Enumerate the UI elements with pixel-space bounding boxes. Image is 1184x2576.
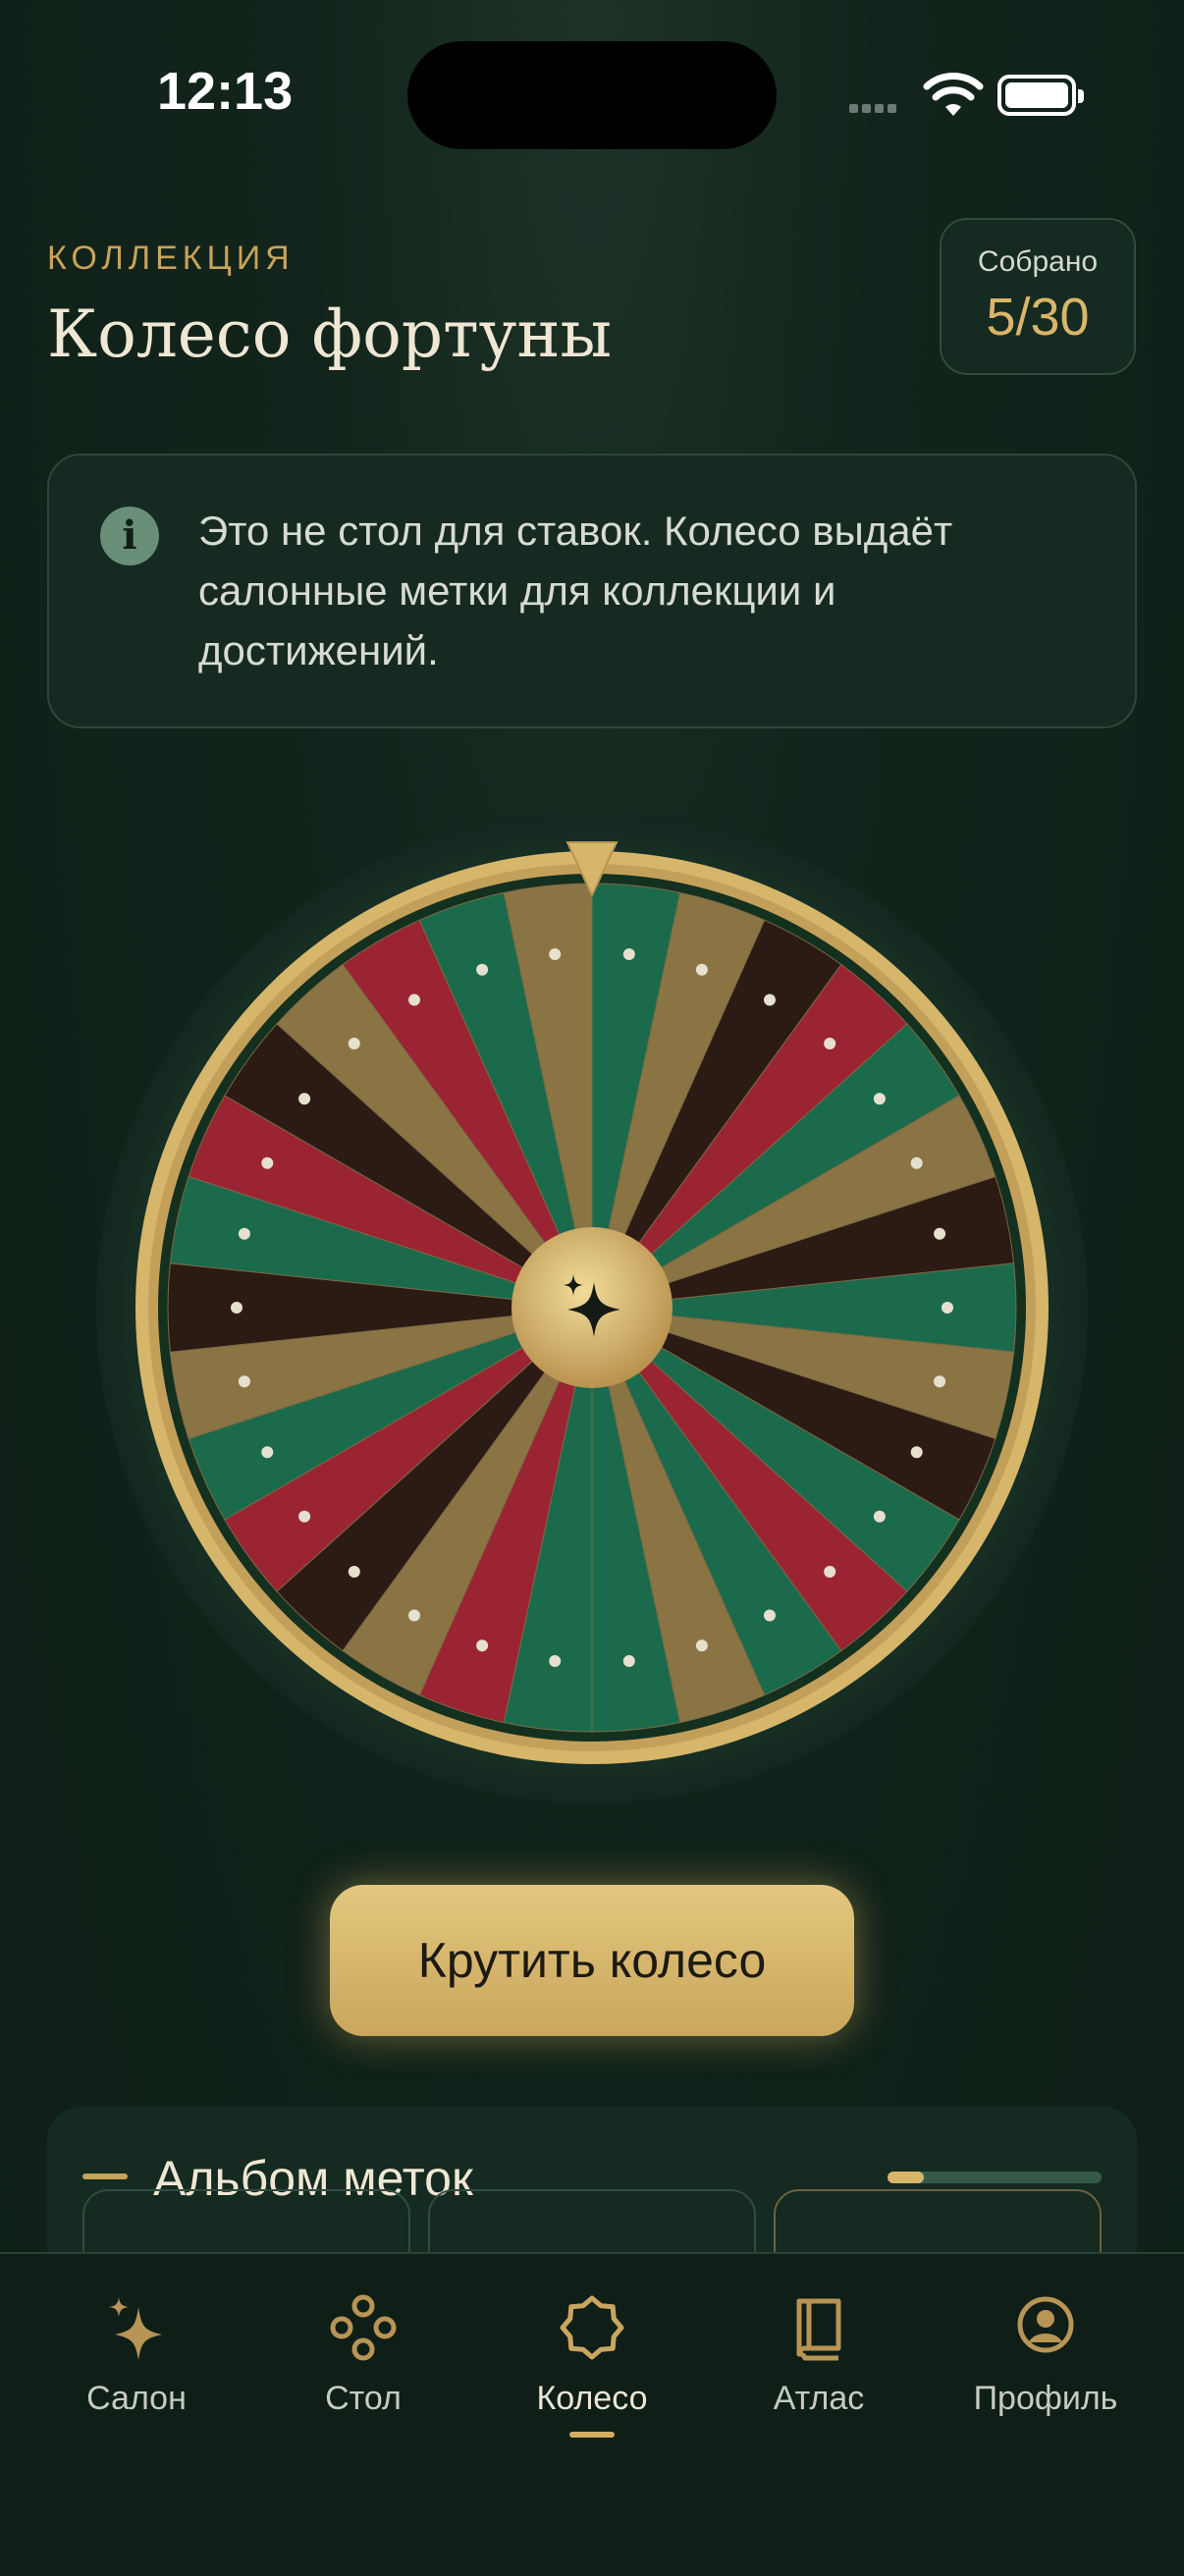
tab-salon[interactable]: Салон <box>38 2293 235 2418</box>
dynamic-island <box>407 41 777 149</box>
notice-text: Это не стол для ставок. Колесо выдаёт са… <box>198 508 953 673</box>
section-eyebrow: КОЛЛЕКЦИЯ <box>47 240 295 277</box>
tab-label: Атлас <box>773 2380 865 2417</box>
segment-marker <box>408 993 420 1006</box>
info-notice: i Это не стол для ставок. Колесо выдаёт … <box>47 454 1137 728</box>
segment-marker <box>910 1446 923 1459</box>
chips-icon <box>330 2294 397 2361</box>
segment-marker <box>348 1566 360 1578</box>
segment-marker <box>622 948 635 960</box>
tab-atlas[interactable]: Атлас <box>721 2293 917 2418</box>
segment-marker <box>873 1093 886 1105</box>
segment-marker <box>298 1093 311 1105</box>
wifi-icon <box>923 73 984 116</box>
segment-marker <box>942 1302 953 1314</box>
segment-marker <box>934 1375 946 1388</box>
segment-marker <box>764 993 776 1006</box>
segment-marker <box>261 1156 274 1169</box>
book-icon <box>796 2298 841 2361</box>
fortune-wheel[interactable] <box>0 805 1184 1806</box>
segment-marker <box>476 1639 489 1652</box>
segment-marker <box>824 1038 836 1049</box>
status-bar: 12:13 <box>0 0 1184 196</box>
segment-marker <box>764 1609 776 1622</box>
wheel-graphic[interactable] <box>0 805 1184 1806</box>
segment-marker <box>238 1227 250 1240</box>
tab-label: Профиль <box>973 2380 1118 2417</box>
segment-marker <box>910 1156 923 1169</box>
collected-counter: Собрано 5/30 <box>940 218 1136 375</box>
album-title-dash <box>82 2174 128 2179</box>
page-title: Колесо фортуны <box>47 296 612 372</box>
segment-marker <box>549 1655 562 1667</box>
tab-wheel[interactable]: Колесо <box>494 2293 690 2438</box>
segment-marker <box>873 1510 886 1523</box>
tab-label: Салон <box>86 2380 187 2417</box>
segment-marker <box>238 1375 250 1388</box>
album-progress-bar <box>888 2172 1102 2183</box>
segment-marker <box>261 1446 274 1459</box>
segment-marker <box>695 1639 708 1652</box>
profile-icon <box>1017 2296 1074 2353</box>
segment-marker <box>549 948 562 960</box>
status-time: 12:13 <box>157 62 294 121</box>
counter-value: 5/30 <box>986 288 1090 347</box>
tab-bar: Салон Стол Колесо Атлас Профиль <box>0 2252 1184 2576</box>
segment-marker <box>476 963 489 976</box>
tab-profile[interactable]: Профиль <box>947 2293 1144 2418</box>
info-icon: i <box>100 507 159 565</box>
tab-label: Колесо <box>536 2380 648 2417</box>
wheel-badge-icon <box>560 2295 624 2360</box>
segment-marker <box>824 1566 836 1578</box>
segment-marker <box>695 963 708 976</box>
counter-label: Собрано <box>977 245 1099 278</box>
sparkles-icon <box>109 2297 162 2360</box>
spin-wheel-button[interactable]: Крутить колесо <box>330 1885 854 2036</box>
segment-marker <box>348 1038 360 1049</box>
segment-marker <box>408 1609 420 1622</box>
segment-marker <box>231 1302 242 1314</box>
battery-icon <box>997 75 1084 116</box>
segment-marker <box>298 1510 311 1523</box>
album-progress-fill <box>888 2172 925 2183</box>
active-tab-indicator <box>569 2432 615 2438</box>
cellular-signal-icon <box>849 98 900 117</box>
tab-table[interactable]: Стол <box>265 2293 461 2418</box>
segment-marker <box>934 1227 946 1240</box>
tab-label: Стол <box>325 2380 402 2417</box>
segment-marker <box>622 1655 635 1667</box>
